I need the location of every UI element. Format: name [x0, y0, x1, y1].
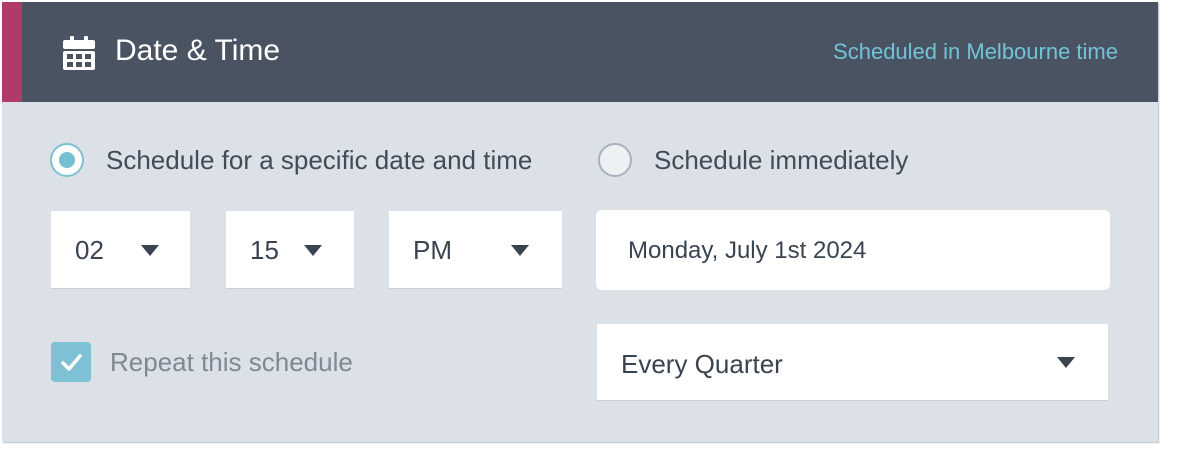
chevron-down-icon	[1057, 357, 1075, 368]
calendar-icon	[63, 36, 95, 70]
chevron-down-icon	[511, 245, 529, 256]
date-value: Monday, July 1st 2024	[628, 237, 867, 264]
radio-selected-dot	[59, 152, 75, 168]
radio-specific-date-label[interactable]: Schedule for a specific date and time	[106, 144, 532, 176]
radio-immediately-label[interactable]: Schedule immediately	[654, 144, 908, 176]
period-select[interactable]: PM	[389, 211, 562, 288]
hour-select[interactable]: 02	[51, 211, 190, 288]
repeat-checkbox-label[interactable]: Repeat this schedule	[110, 346, 353, 378]
radio-immediately[interactable]	[598, 143, 632, 177]
minute-value: 15	[250, 235, 279, 265]
panel-title: Date & Time	[115, 34, 281, 67]
timezone-note: Scheduled in Melbourne time	[833, 39, 1118, 64]
header-accent-bar	[2, 2, 22, 102]
repeat-frequency-value: Every Quarter	[621, 349, 783, 379]
checkmark-icon	[61, 354, 82, 371]
repeat-checkbox[interactable]	[51, 342, 91, 382]
hour-value: 02	[75, 235, 104, 265]
date-time-panel: Date & Time Scheduled in Melbourne time …	[2, 2, 1158, 442]
period-value: PM	[413, 235, 452, 265]
radio-specific-date[interactable]	[50, 143, 84, 177]
chevron-down-icon	[141, 245, 159, 256]
minute-select[interactable]: 15	[226, 211, 354, 288]
chevron-down-icon	[304, 245, 322, 256]
date-input[interactable]: Monday, July 1st 2024	[596, 210, 1110, 290]
repeat-frequency-select[interactable]: Every Quarter	[597, 324, 1108, 400]
panel-header: Date & Time Scheduled in Melbourne time	[2, 2, 1158, 102]
